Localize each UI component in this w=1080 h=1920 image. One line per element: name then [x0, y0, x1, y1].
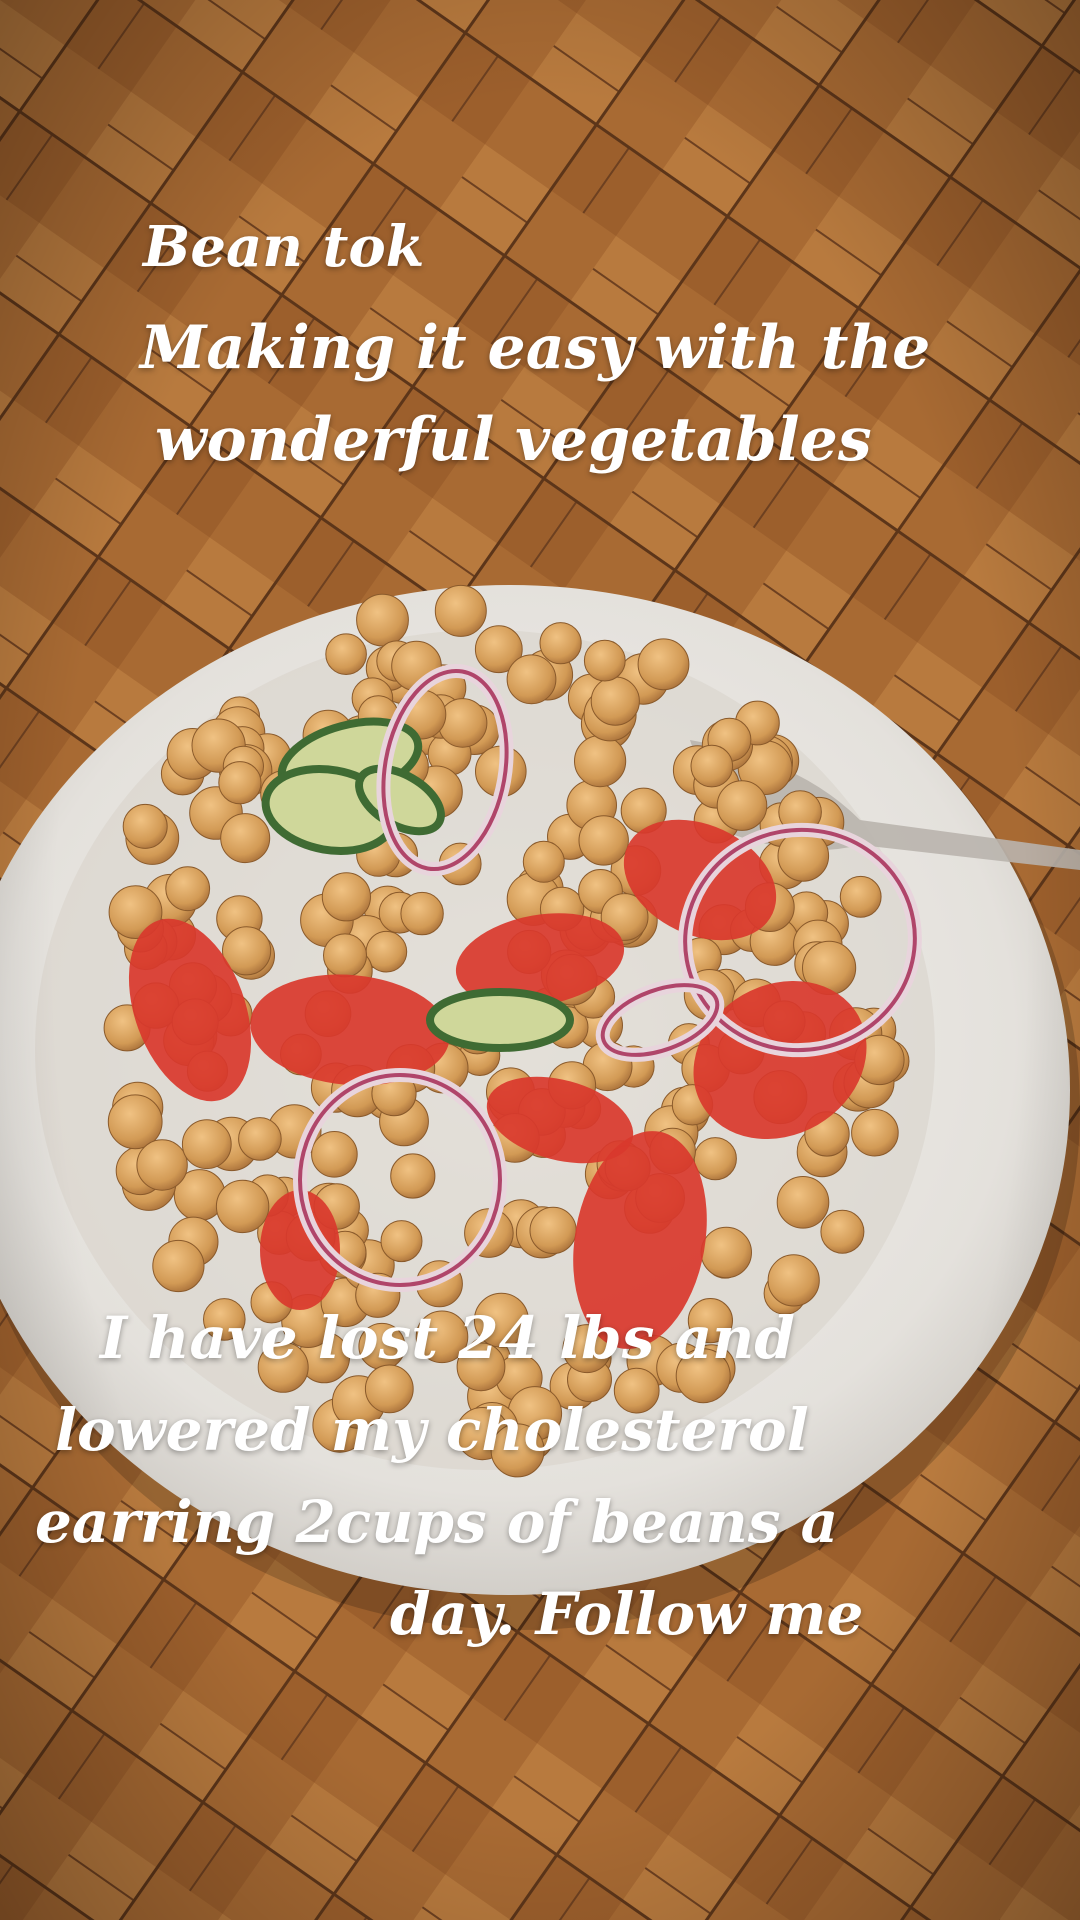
caption-bottom-line-2: lowered my cholesterol: [55, 1396, 809, 1464]
caption-bottom-line-4: day. Follow me: [390, 1580, 864, 1648]
caption-bottom-line-3: earring 2cups of beans a: [35, 1488, 839, 1556]
caption-subtitle-line-2: wonderful vegetables: [155, 405, 872, 475]
caption-bottom-line-1: I have lost 24 lbs and: [100, 1304, 795, 1372]
caption-subtitle-line-1: Making it easy with the: [140, 313, 931, 383]
caption-title: Bean tok: [143, 214, 425, 280]
